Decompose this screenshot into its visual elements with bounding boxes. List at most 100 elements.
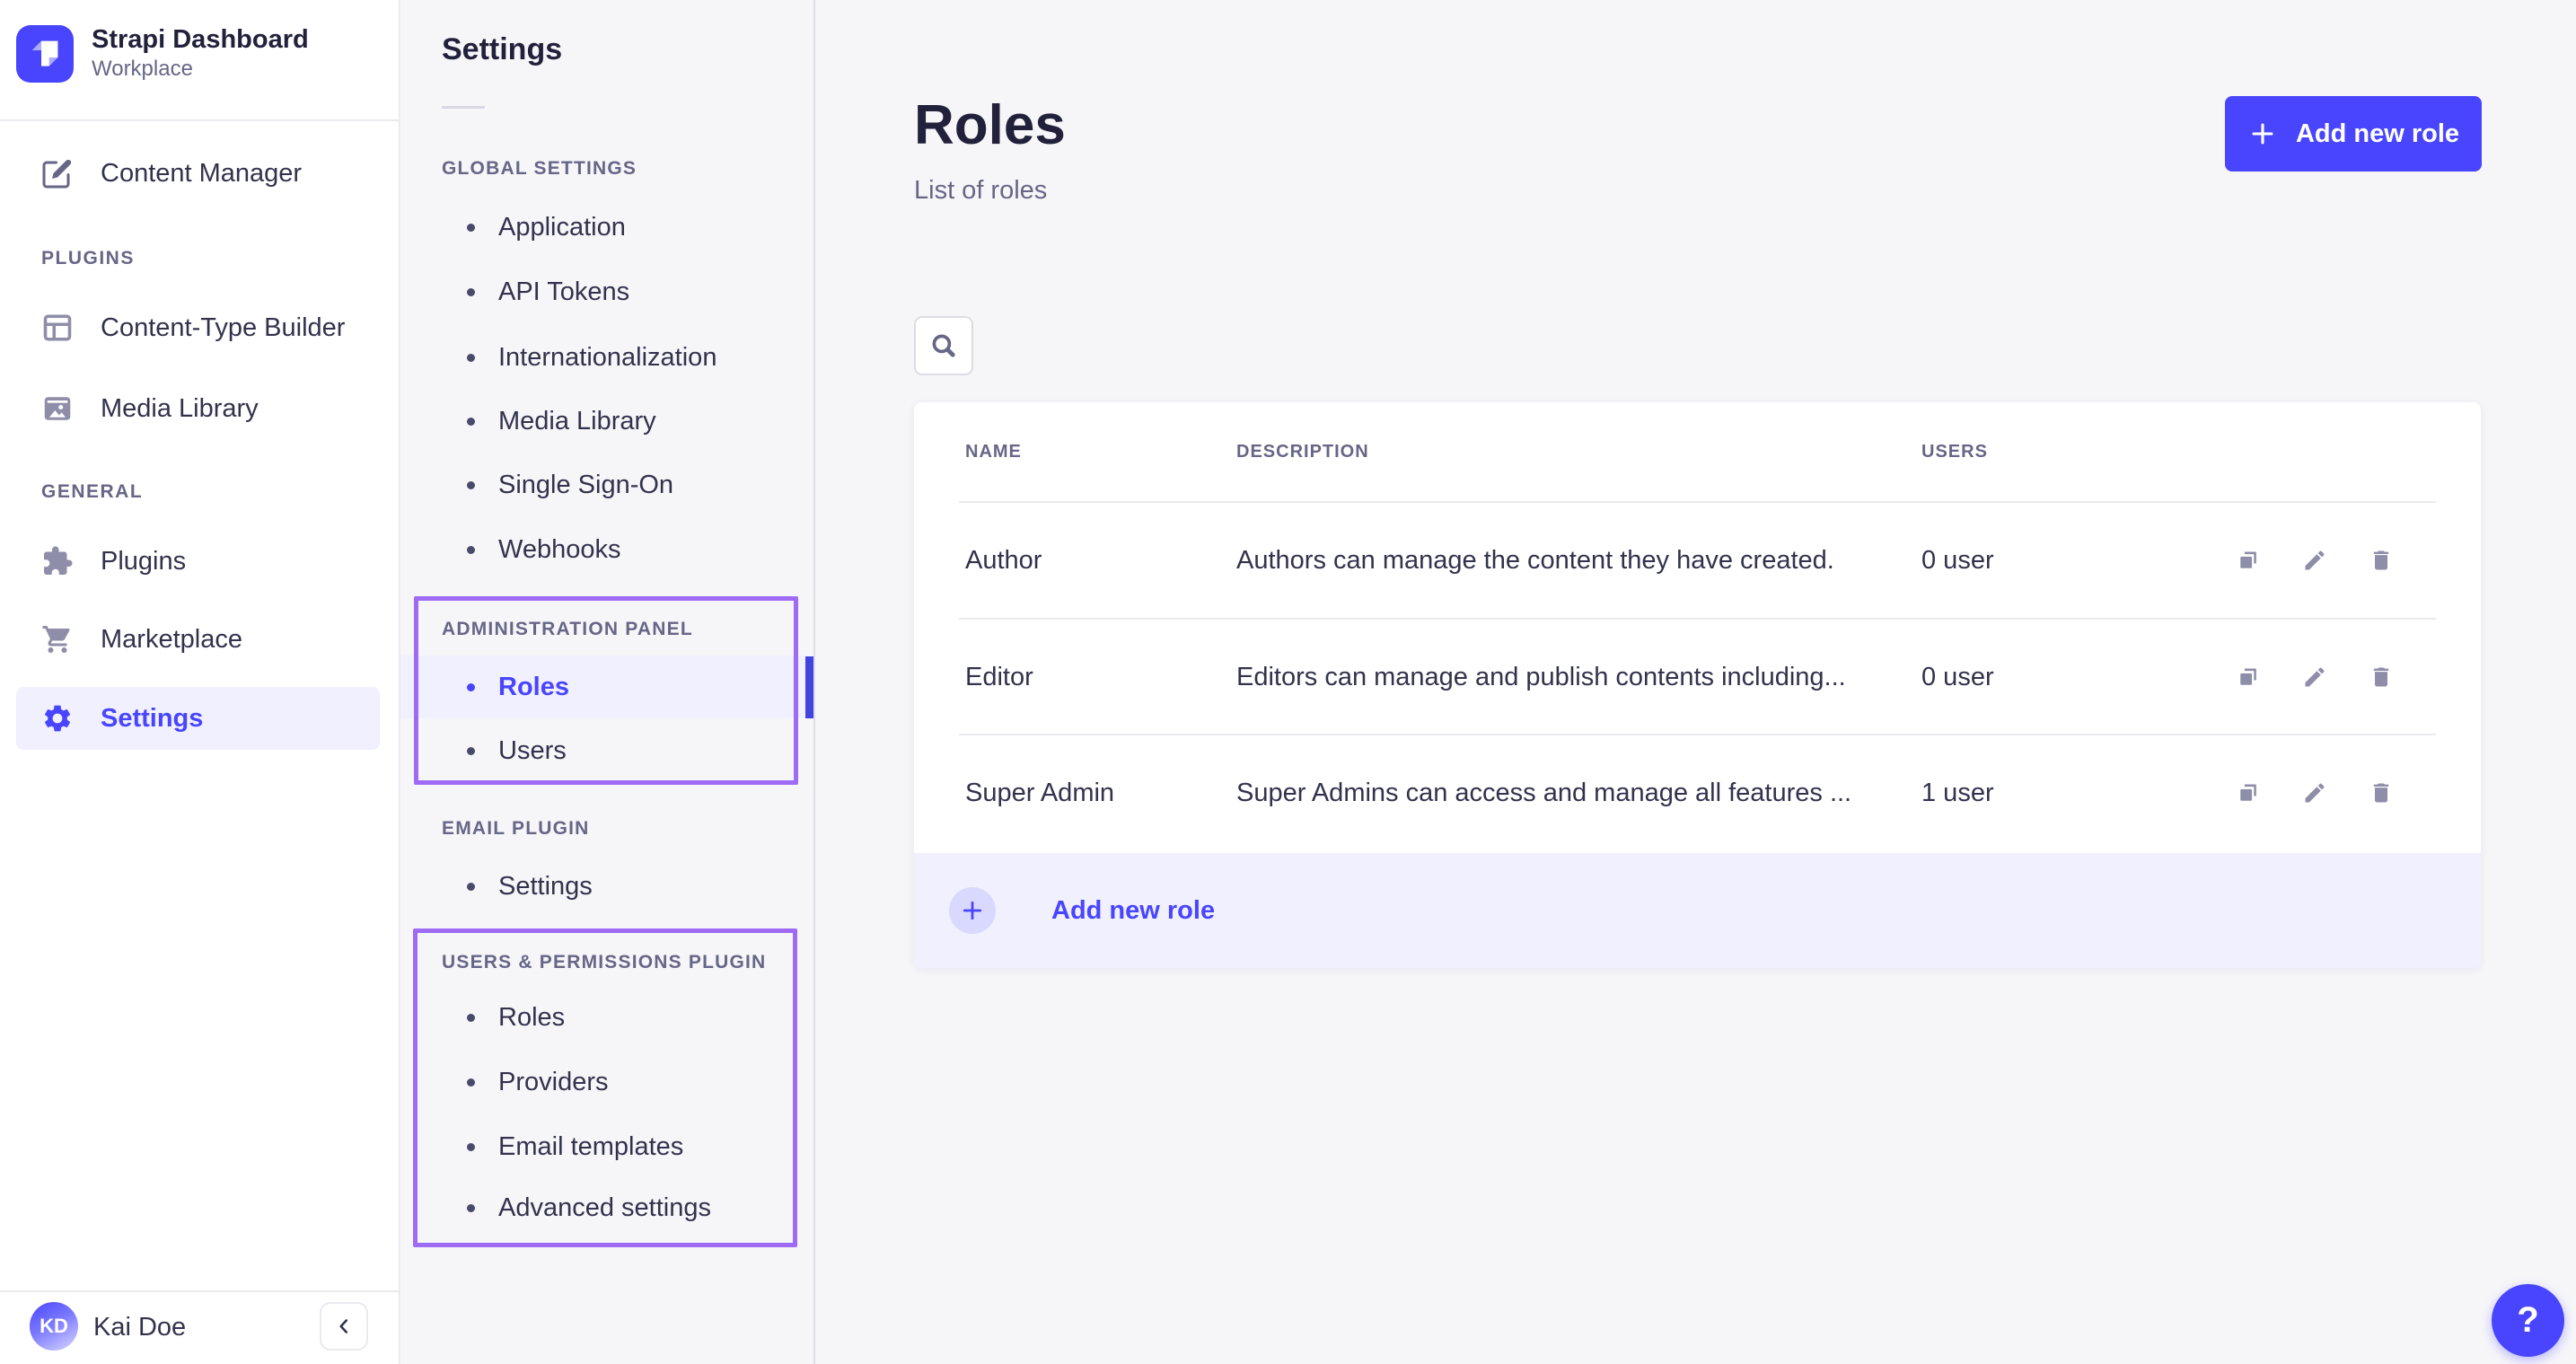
subnav-item-label: Advanced settings xyxy=(498,1193,711,1223)
duplicate-icon xyxy=(2236,780,2261,805)
subnav-item-label: Users xyxy=(498,736,567,766)
edit-pencil-icon xyxy=(2302,780,2327,805)
bullet-icon xyxy=(467,418,475,426)
sidebar-item-label: Media Library xyxy=(101,394,259,424)
subnav-item-media-library[interactable]: Media Library xyxy=(400,390,813,453)
bullet-icon xyxy=(467,1143,475,1151)
row-actions xyxy=(2235,503,2395,618)
subnav-item-label: Settings xyxy=(498,872,593,902)
table-row[interactable]: Editor Editors can manage and publish co… xyxy=(914,620,2481,735)
subnav-item-email-templates[interactable]: Email templates xyxy=(400,1115,813,1178)
duplicate-role-button[interactable] xyxy=(2235,664,2262,691)
subnav-item-application[interactable]: Application xyxy=(400,196,813,259)
subnav-item-admin-roles[interactable]: Roles xyxy=(400,656,813,718)
subnav-item-internationalization[interactable]: Internationalization xyxy=(400,326,813,389)
sidebar-section-plugins: PLUGINS xyxy=(41,248,135,269)
subnav-item-providers[interactable]: Providers xyxy=(400,1051,813,1113)
footer-add-role-label: Add new role xyxy=(1051,896,1215,926)
subnav-section-email-plugin: EMAIL PLUGIN xyxy=(442,818,590,840)
subnav-item-label: API Tokens xyxy=(498,277,629,307)
gear-icon xyxy=(41,702,74,735)
duplicate-role-button[interactable] xyxy=(2235,779,2262,806)
subnav-item-up-roles[interactable]: Roles xyxy=(400,986,813,1049)
subnav-item-label: Media Library xyxy=(498,407,656,436)
edit-role-button[interactable] xyxy=(2301,664,2328,691)
duplicate-icon xyxy=(2236,664,2261,690)
table-row[interactable]: Super Admin Super Admins can access and … xyxy=(914,735,2481,850)
edit-pencil-icon xyxy=(2302,664,2327,690)
subnav-section-administration-panel: ADMINISTRATION PANEL xyxy=(442,619,693,640)
role-users-count: 1 user xyxy=(1921,735,1994,850)
delete-role-button[interactable] xyxy=(2368,547,2395,574)
plus-circle-icon xyxy=(949,887,996,934)
puzzle-icon xyxy=(41,545,74,577)
search-button[interactable] xyxy=(914,316,973,375)
strapi-dashboard-app: Strapi Dashboard Workplace Content Manag… xyxy=(0,0,2576,1364)
table-footer-add-role[interactable]: Add new role xyxy=(914,853,2481,968)
sidebar-item-marketplace[interactable]: Marketplace xyxy=(16,608,380,671)
strapi-logo-icon xyxy=(16,25,74,83)
sidebar-collapse-button[interactable] xyxy=(320,1302,368,1351)
edit-role-button[interactable] xyxy=(2301,547,2328,574)
delete-role-button[interactable] xyxy=(2368,664,2395,691)
main-content: Roles List of roles Add new role NAME DE… xyxy=(815,0,2576,1364)
bullet-icon xyxy=(467,481,475,489)
subnav-title-divider xyxy=(442,106,485,109)
trash-icon xyxy=(2369,548,2394,573)
sidebar-item-content-type-builder[interactable]: Content-Type Builder xyxy=(16,296,380,359)
user-name: Kai Doe xyxy=(93,1313,186,1342)
subnav-item-single-sign-on[interactable]: Single Sign-On xyxy=(400,453,813,516)
row-actions xyxy=(2235,735,2395,850)
sidebar-item-content-manager[interactable]: Content Manager xyxy=(16,142,380,205)
subnav-item-email-settings[interactable]: Settings xyxy=(400,855,813,918)
trash-icon xyxy=(2369,780,2394,805)
subnav-item-label: Roles xyxy=(498,1003,565,1033)
bullet-icon xyxy=(467,1078,475,1087)
bullet-icon xyxy=(467,224,475,232)
trash-icon xyxy=(2369,664,2394,690)
subnav-item-api-tokens[interactable]: API Tokens xyxy=(400,260,813,323)
role-name: Author xyxy=(965,503,1042,618)
bullet-icon xyxy=(467,747,475,755)
active-item-indicator-bar xyxy=(805,656,813,718)
user-avatar[interactable]: KD xyxy=(30,1302,78,1351)
feather-pen-icon xyxy=(41,157,74,189)
image-icon xyxy=(41,392,74,425)
subnav-item-advanced-settings[interactable]: Advanced settings xyxy=(400,1176,813,1239)
edit-role-button[interactable] xyxy=(2301,779,2328,806)
sidebar-section-general: GENERAL xyxy=(41,481,143,503)
bullet-icon xyxy=(467,288,475,296)
role-description: Authors can manage the content they have… xyxy=(1236,503,1834,618)
subnav-section-users-permissions-plugin: USERS & PERMISSIONS PLUGIN xyxy=(442,952,766,973)
sidebar-item-label: Plugins xyxy=(101,547,186,576)
workspace-subtitle: Workplace xyxy=(92,55,309,83)
page-subtitle: List of roles xyxy=(914,176,1047,206)
help-button[interactable]: ? xyxy=(2492,1284,2564,1357)
sidebar-item-media-library[interactable]: Media Library xyxy=(16,377,380,440)
delete-role-button[interactable] xyxy=(2368,779,2395,806)
sidebar-item-plugins[interactable]: Plugins xyxy=(16,530,380,593)
role-name: Super Admin xyxy=(965,735,1114,850)
column-header-description: DESCRIPTION xyxy=(1236,402,1369,501)
subnav-title: Settings xyxy=(442,32,562,67)
duplicate-role-button[interactable] xyxy=(2235,547,2262,574)
edit-pencil-icon xyxy=(2302,548,2327,573)
roles-table: NAME DESCRIPTION USERS Author Authors ca… xyxy=(914,402,2481,968)
subnav-item-admin-users[interactable]: Users xyxy=(400,719,813,782)
workspace-brand[interactable]: Strapi Dashboard Workplace xyxy=(16,25,309,84)
duplicate-icon xyxy=(2236,548,2261,573)
sidebar-item-settings[interactable]: Settings xyxy=(16,687,380,750)
add-new-role-button[interactable]: Add new role xyxy=(2225,96,2482,172)
subnav-item-label: Webhooks xyxy=(498,535,621,565)
cart-icon xyxy=(41,623,74,656)
subnav-item-webhooks[interactable]: Webhooks xyxy=(400,518,813,581)
table-row[interactable]: Author Authors can manage the content th… xyxy=(914,503,2481,618)
layout-icon xyxy=(41,312,74,344)
role-users-count: 0 user xyxy=(1921,620,1994,735)
role-description: Editors can manage and publish contents … xyxy=(1236,620,1846,735)
role-name: Editor xyxy=(965,620,1033,735)
subnav-item-label: Single Sign-On xyxy=(498,471,673,500)
search-icon xyxy=(928,330,959,361)
bullet-icon xyxy=(467,1204,475,1212)
bullet-icon xyxy=(467,354,475,362)
